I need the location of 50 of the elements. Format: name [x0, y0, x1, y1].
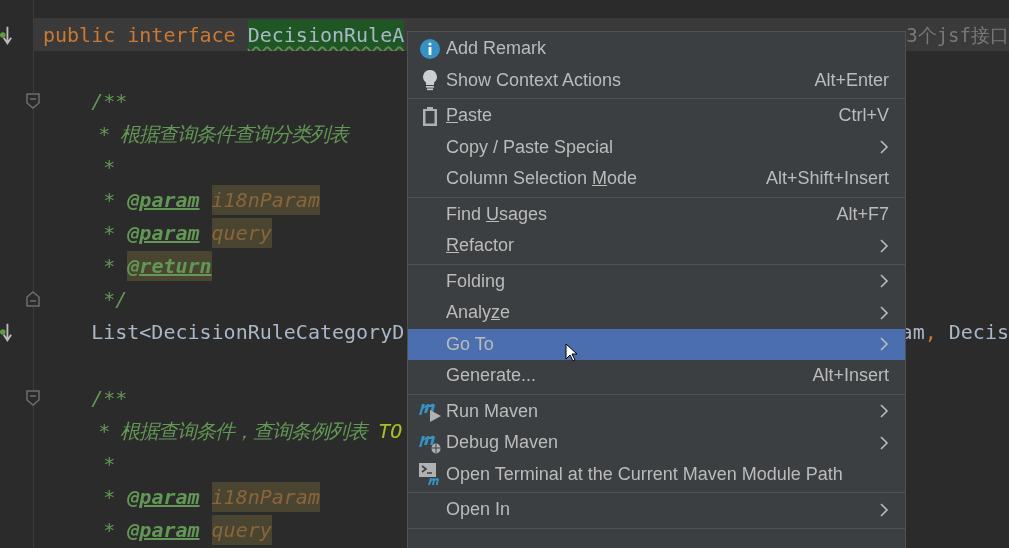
menu-item[interactable]: Show Context Actions Alt+Enter — [408, 64, 905, 96]
code-token: * — [102, 219, 117, 247]
menu-item[interactable]: Analyze — [408, 297, 905, 329]
code-token: * — [102, 186, 117, 214]
code-token: public interface — [43, 21, 237, 49]
code-token: * — [102, 516, 117, 544]
code-token: @return — [127, 250, 212, 281]
code-token: * — [102, 483, 117, 511]
fold-collapse-icon[interactable] — [26, 389, 40, 406]
highlighted-identifier: DecisionRuleA — [247, 19, 405, 50]
code-token: TO — [378, 417, 403, 445]
code-token: */ — [102, 285, 128, 313]
code-token: query — [211, 514, 272, 545]
code-token: @param — [127, 483, 200, 511]
mouse-pointer-icon — [565, 343, 579, 363]
menu-item[interactable]: Add Remark — [408, 33, 905, 65]
code-token: List<DecisionRuleCategoryD — [90, 318, 405, 346]
lightbulb-icon — [422, 69, 438, 92]
code-token: query — [211, 217, 272, 248]
code-token: @param — [127, 516, 200, 544]
menu-item[interactable]: Run Maven — [408, 395, 905, 427]
menu-item[interactable]: Column Selection Mode Alt+Shift+Insert — [408, 163, 905, 195]
code-token: * 根据查询条件，查询条例列表 — [97, 417, 371, 445]
code-token: i18nParam — [211, 184, 320, 215]
code-token: * 根据查询条件查询分类列表 — [97, 120, 349, 148]
code-token: * — [102, 450, 116, 478]
terminal-icon — [418, 462, 442, 487]
code-token: /** — [90, 384, 128, 412]
code-token: i18nParam — [211, 481, 320, 512]
menu-item[interactable]: Open Terminal at the Current Maven Module Path — [408, 458, 905, 490]
menu-item[interactable]: Find Usages Alt+F7 — [408, 198, 905, 230]
menu-item[interactable]: Paste Ctrl+V — [408, 100, 905, 132]
menu-item[interactable]: Folding — [408, 265, 905, 297]
fold-collapse-icon[interactable] — [26, 92, 40, 109]
code-token: * — [102, 153, 116, 181]
code-token: Decis — [947, 318, 1009, 346]
menu-item[interactable]: Copy / Paste Special — [408, 131, 905, 163]
code-token: @param — [127, 186, 200, 214]
inline-hint: 3个jsf接口 — [906, 22, 1009, 48]
menu-item[interactable]: Open In — [408, 494, 905, 526]
clipboard-icon — [422, 105, 438, 126]
code-token: * — [102, 252, 117, 280]
menu-item[interactable]: Generate... Alt+Insert — [408, 360, 905, 392]
code-token: , — [924, 318, 937, 346]
menu-item[interactable]: Refactor — [408, 230, 905, 262]
menu-item[interactable]: Debug Maven — [408, 427, 905, 459]
code-token: /** — [90, 87, 128, 115]
code-token: @param — [127, 219, 200, 247]
info-icon — [419, 37, 441, 60]
fold-collapse-icon[interactable] — [26, 290, 40, 307]
